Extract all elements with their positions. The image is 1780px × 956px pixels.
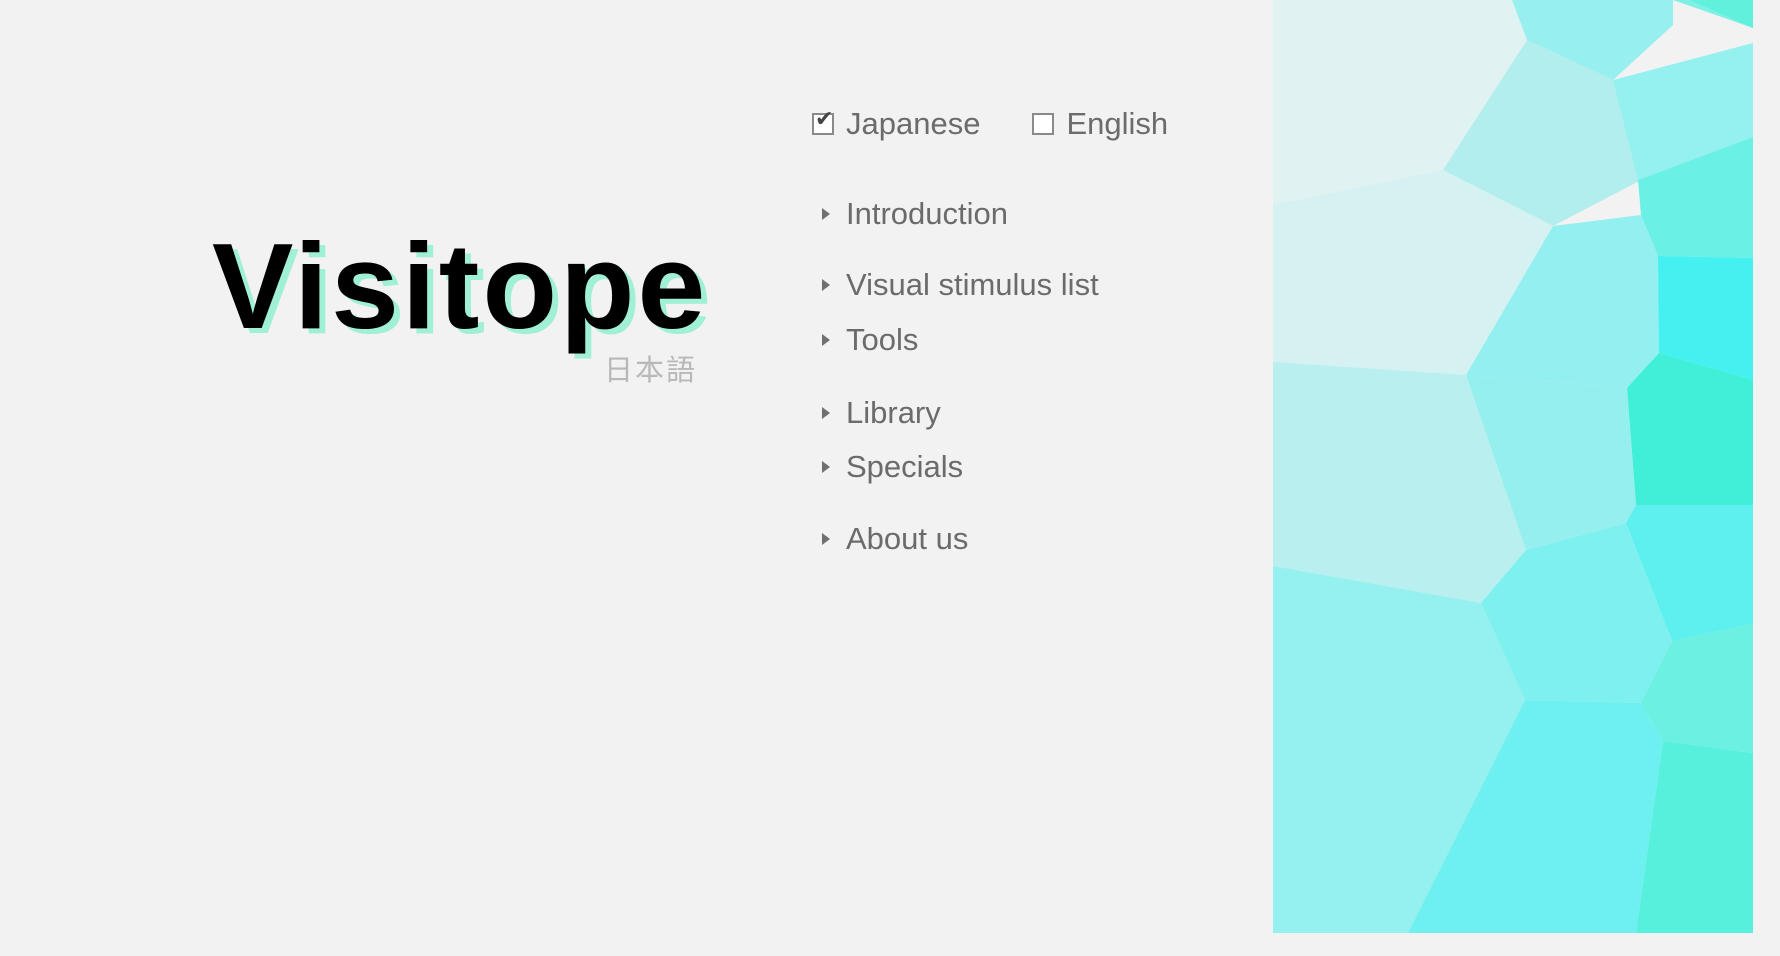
japanese-checkbox[interactable]: ✔	[812, 109, 834, 135]
menu-item-label: About us	[846, 521, 969, 556]
english-checkbox[interactable]	[1032, 113, 1055, 135]
checkmark-icon: ✔	[815, 107, 834, 132]
menu-item-about-us[interactable]: About us	[822, 521, 968, 557]
voronoi-pattern	[1273, 0, 1753, 933]
menu-item-label: Specials	[846, 449, 964, 484]
triangle-right-icon	[822, 334, 830, 346]
menu-item-label: Introduction	[846, 196, 1008, 231]
logo-language-caption: 日本語	[604, 353, 698, 387]
menu-item-label: Tools	[846, 322, 919, 357]
site-logo[interactable]: Visitope Visitope 日本語	[212, 225, 711, 395]
menu-item-visual-stimulus-list[interactable]: Visual stimulus list	[822, 267, 1099, 303]
language-label: Japanese	[846, 106, 981, 141]
decorative-voronoi-panel	[1273, 0, 1753, 933]
menu-item-label: Visual stimulus list	[846, 267, 1099, 302]
language-label: English	[1066, 106, 1169, 141]
triangle-right-icon	[822, 407, 830, 419]
menu-item-tools[interactable]: Tools	[822, 322, 918, 358]
triangle-right-icon	[822, 279, 830, 291]
triangle-right-icon	[822, 461, 830, 473]
language-option-english[interactable]: English	[1032, 106, 1168, 142]
logo-wordmark: Visitope	[212, 218, 709, 354]
page: Visitope Visitope 日本語 ✔ Japanese English…	[0, 0, 1780, 956]
menu-item-library[interactable]: Library	[822, 395, 941, 431]
language-selector: ✔ Japanese English	[812, 104, 1168, 144]
triangle-right-icon	[822, 533, 830, 545]
menu-item-introduction[interactable]: Introduction	[822, 196, 1008, 232]
language-option-japanese[interactable]: ✔ Japanese	[812, 106, 980, 142]
menu-item-specials[interactable]: Specials	[822, 449, 963, 485]
menu-item-label: Library	[846, 395, 941, 430]
triangle-right-icon	[822, 208, 830, 220]
